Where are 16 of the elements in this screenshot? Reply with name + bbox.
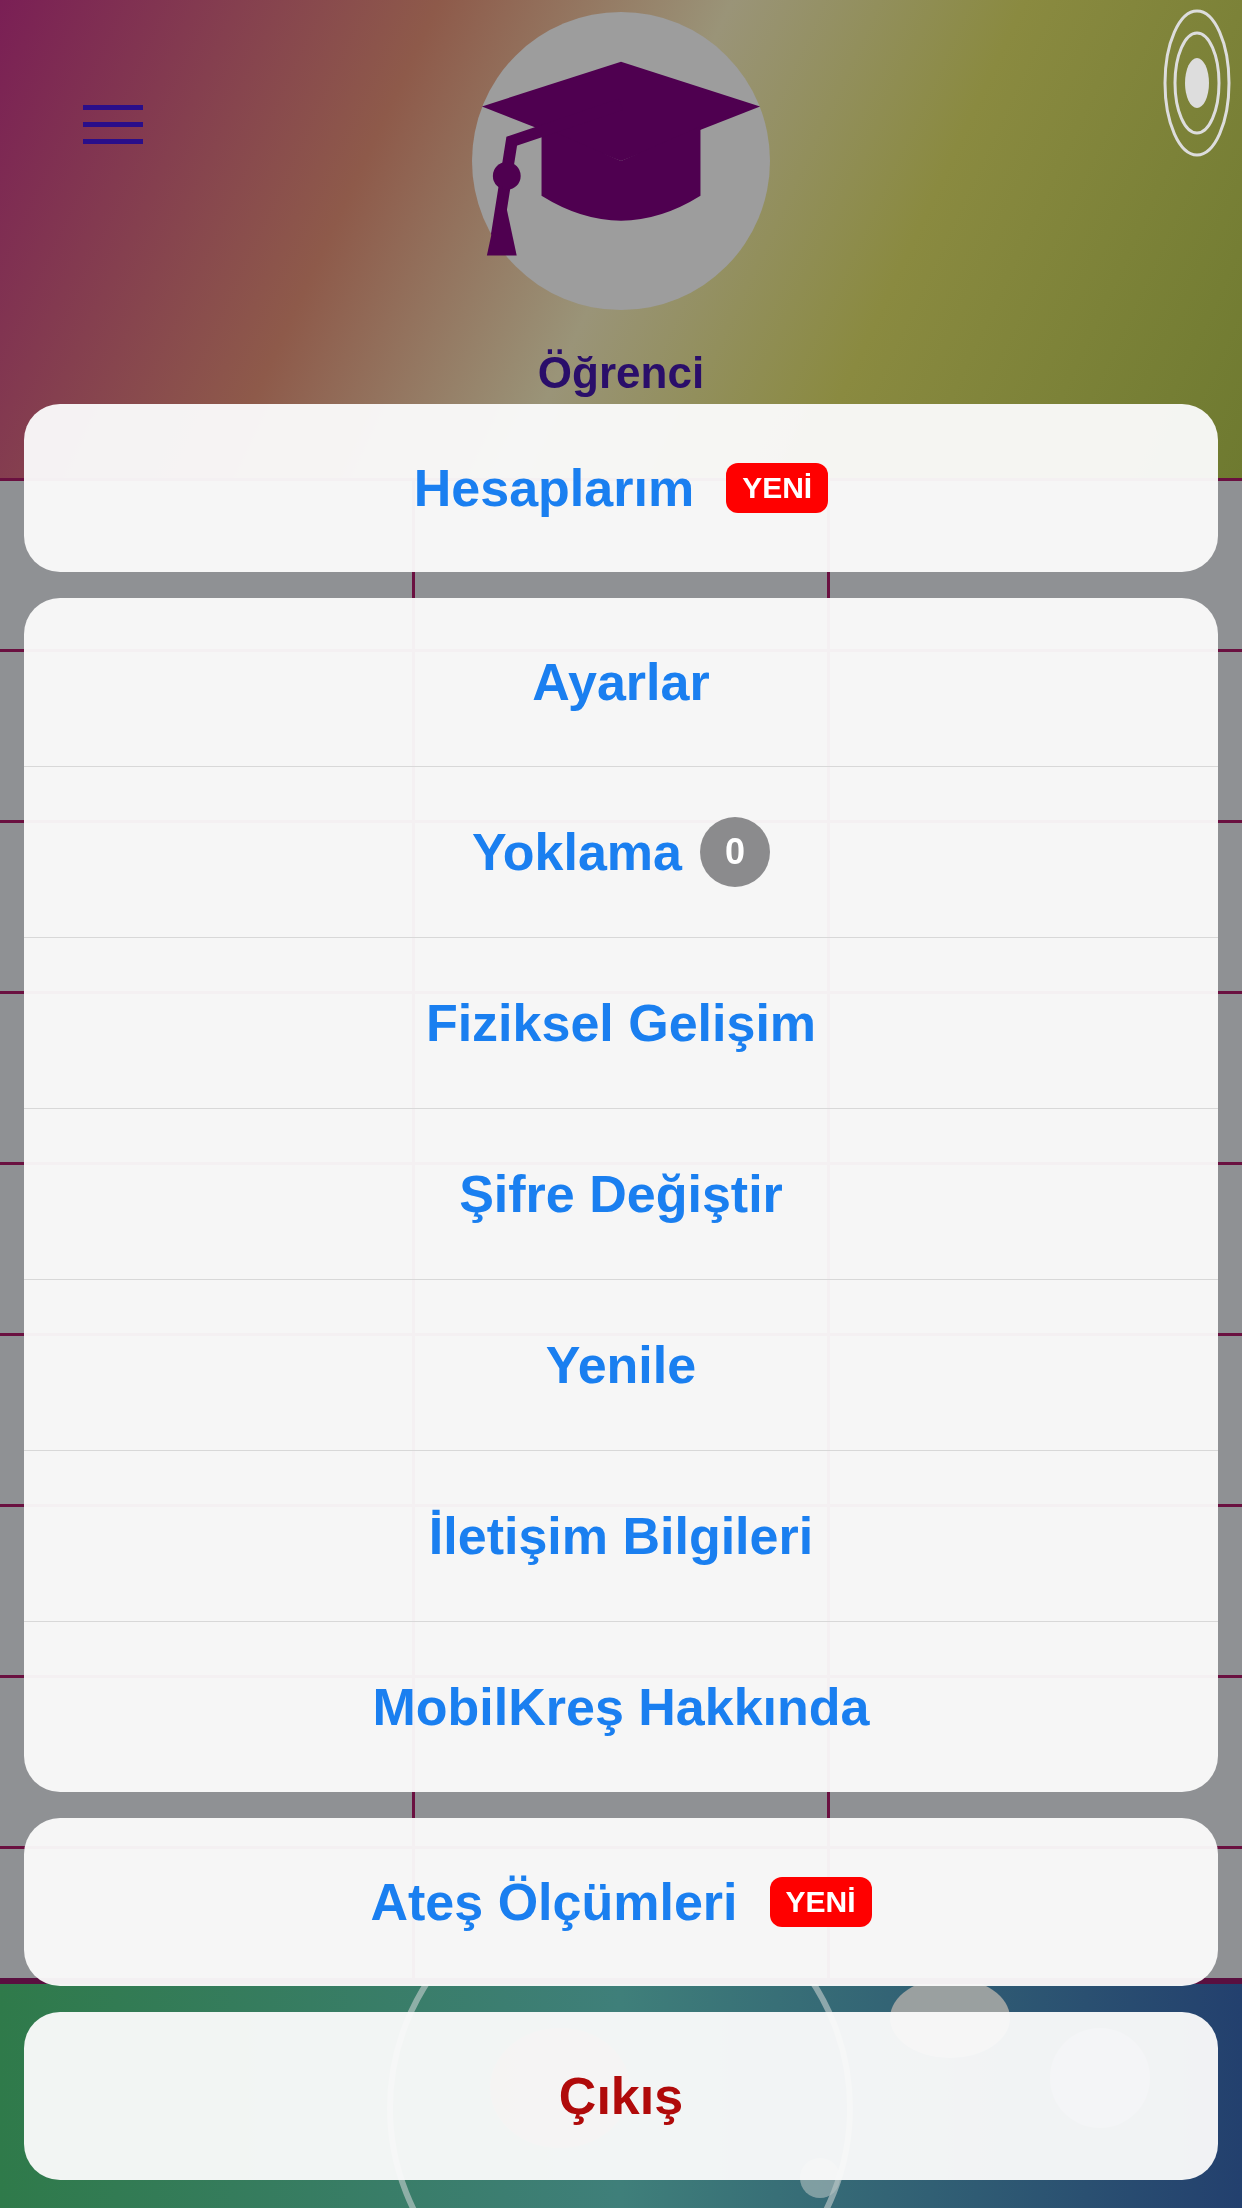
new-badge: YENİ (726, 463, 829, 513)
menu-option[interactable]: Şifre Değiştir (24, 1108, 1218, 1279)
menu-icon[interactable] (83, 105, 143, 145)
menu-option[interactable]: Ayarlar (24, 598, 1218, 766)
rings-icon (1162, 8, 1232, 158)
new-badge: YENİ (769, 1877, 872, 1927)
menu-option[interactable]: Ateş Ölçümleri YENİ (24, 1818, 1218, 1986)
logout-button[interactable]: Çıkış (24, 2012, 1218, 2180)
menu-option[interactable]: İletişim Bilgileri (24, 1450, 1218, 1621)
count-badge: 0 (700, 817, 770, 887)
menu-option[interactable]: Yoklama 0 (24, 766, 1218, 937)
menu-option[interactable]: MobilKreş Hakkında (24, 1621, 1218, 1792)
menu-option[interactable]: Hesaplarım YENİ (24, 404, 1218, 572)
menu-option[interactable]: Yenile (24, 1279, 1218, 1450)
header-title: Öğrenci (537, 348, 705, 398)
menu-option[interactable]: Fiziksel Gelişim (24, 937, 1218, 1108)
